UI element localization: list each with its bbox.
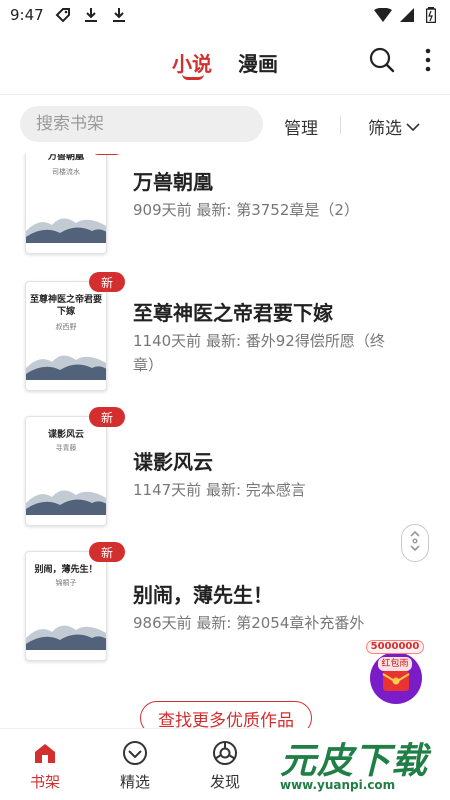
tag-icon [54,6,72,24]
book-update-info: 986天前 最新: 第2054章补充番外 [133,614,365,632]
search-input[interactable] [20,106,263,142]
book-cover: 万兽朝凰 司楼流水 [25,154,107,254]
book-cover: 谍影风云 寻青藤 [25,416,107,526]
mountain-art-icon [26,218,106,243]
search-icon [369,47,395,77]
status-bar: 9:47 [0,0,450,30]
book-cover: 至尊神医之帝君要下嫁 叔西野 [25,281,107,391]
discover-icon [211,739,239,767]
nav-bookshelf[interactable]: 书架 [15,739,75,795]
top-header: 小说 漫画 [0,30,450,94]
new-badge: 新 [89,542,125,562]
red-packet-amount: 5000000 [366,640,424,654]
signal-icon [398,6,416,24]
nav-label: 发现 [209,773,240,791]
cover-author: 司楼流水 [52,168,80,176]
book-item[interactable]: 至尊神医之帝君要下嫁 叔西野 新 至尊神医之帝君要下嫁 1140天前 最新: 番… [0,272,450,393]
cover-title: 至尊神医之帝君要下嫁 [30,295,103,317]
mountain-art-icon [26,490,106,515]
download-icon [82,6,100,24]
cover-author: 寻青藤 [55,444,77,452]
book-title: 谍影风云 [133,450,213,474]
nav-featured[interactable]: 精选 [105,739,165,795]
book-title: 别闹，薄先生！ [133,583,273,607]
header-divider [0,94,450,95]
mountain-art-icon [26,355,106,380]
filter-button[interactable]: 筛选 [368,114,420,139]
download-icon [110,6,128,24]
watermark-text: 元皮下载 [280,741,429,782]
cover-author: 锦桐子 [55,579,77,587]
shelf-toolbar: 管理 筛选 [0,106,450,144]
red-packet-label: 红包雨 [378,657,412,671]
search-box[interactable] [20,106,263,142]
book-item[interactable]: 谍影风云 寻青藤 新 谍影风云 1147天前 最新: 完本感言 [0,407,450,528]
tab-comic[interactable]: 漫画 [238,48,278,77]
nav-label: 书架 [29,773,60,791]
book-cover: 别闹，薄先生！ 锦桐子 [25,551,107,661]
watermark-url: www.yuanpi.com [280,778,396,792]
filter-label: 筛选 [368,119,402,139]
book-title: 万兽朝凰 [133,170,213,194]
book-item[interactable]: 万兽朝凰 司楼流水 新 万兽朝凰 909天前 最新: 第3752章是（2） [0,154,450,256]
book-title: 至尊神医之帝君要下嫁 [133,301,333,325]
wifi-icon [374,6,392,24]
red-packet-promo[interactable]: 红包雨 5000000 [366,640,424,706]
cover-author: 叔西野 [55,323,77,331]
featured-icon [121,739,149,767]
tab-novel[interactable]: 小说 [172,48,212,77]
cover-title: 万兽朝凰 [47,154,84,162]
new-badge: 新 [89,272,125,292]
watermark: 元皮下载 www.yuanpi.com [268,728,450,800]
book-update-info: 1140天前 最新: 番外92得偿所愿（终章） [133,332,385,374]
book-update-info: 909天前 最新: 第3752章是（2） [133,201,359,219]
mountain-art-icon [26,625,106,650]
nav-discover[interactable]: 发现 [195,739,255,795]
more-options-button[interactable] [414,48,442,76]
cover-title: 别闹，薄先生！ [34,565,98,575]
active-tab-indicator [182,74,204,80]
status-time: 9:47 [10,6,44,24]
search-button[interactable] [368,47,396,77]
battery-icon [422,6,440,24]
cover-title: 谍影风云 [47,430,84,440]
manage-button[interactable]: 管理 [284,114,318,139]
scroll-handle[interactable] [401,524,429,562]
nav-label: 精选 [119,773,150,791]
chevron-down-icon [406,117,420,137]
home-icon [31,739,59,767]
toolbar-divider [340,116,341,134]
scroll-arrows-icon [409,529,421,557]
new-badge: 新 [89,407,125,427]
more-vertical-icon [424,47,432,77]
book-update-info: 1147天前 最新: 完本感言 [133,481,306,499]
